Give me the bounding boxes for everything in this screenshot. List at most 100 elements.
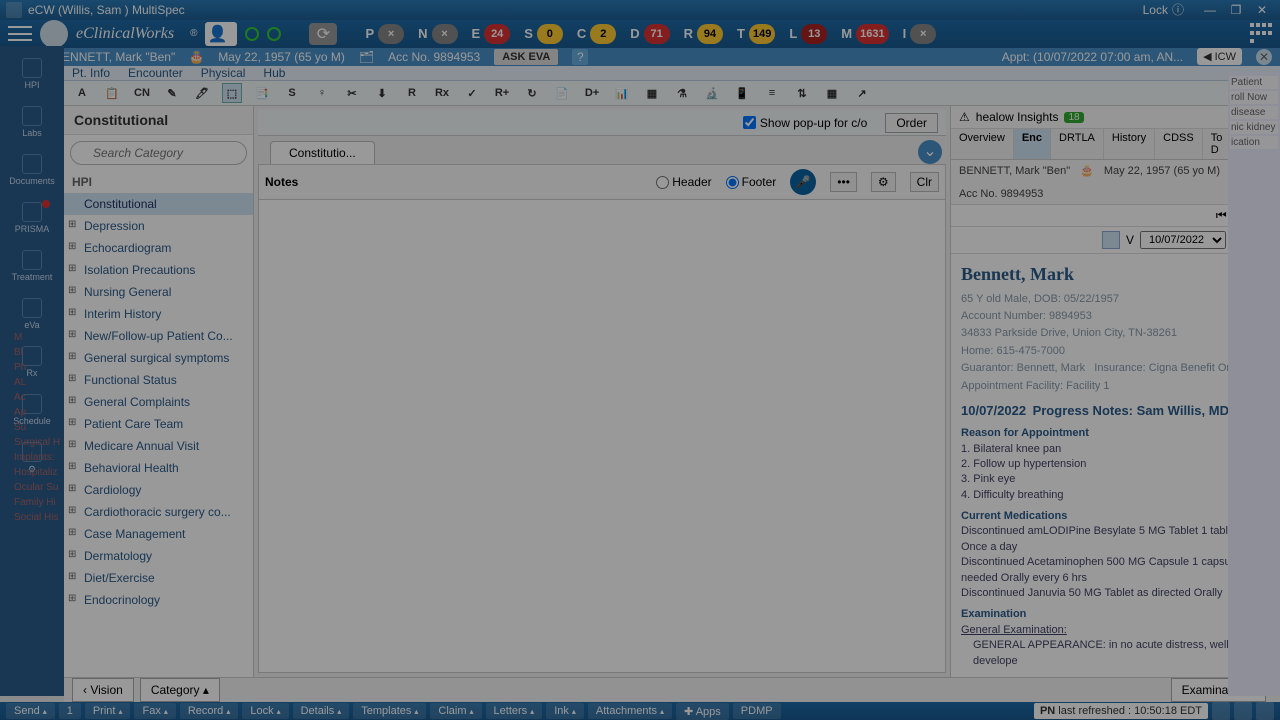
toolbar-icon-7[interactable]: S <box>282 83 302 103</box>
toolbar-icon-8[interactable]: ♀ <box>312 83 332 103</box>
apps-grid-button[interactable] <box>1250 23 1272 45</box>
hpi-item[interactable]: New/Follow-up Patient Co... <box>64 325 253 347</box>
maximize-button[interactable]: ❐ <box>1224 1 1248 19</box>
toolbar-icon-4[interactable]: 🖊 <box>192 83 212 103</box>
more-button[interactable]: ••• <box>830 172 857 192</box>
toolbar-icon-10[interactable]: ⬇ <box>372 83 392 103</box>
toolbar-icon-19[interactable]: ▦ <box>642 83 662 103</box>
menu-toggle[interactable] <box>8 24 32 44</box>
rtab-cdss[interactable]: CDSS <box>1155 129 1203 159</box>
nav-first[interactable]: ⏮ <box>1216 208 1227 223</box>
patient-picker[interactable]: 👤▾ <box>205 22 237 46</box>
footer-icon-2[interactable] <box>1256 702 1274 720</box>
sidebar-hpi[interactable]: HPI <box>4 52 60 96</box>
menu-ptinfo[interactable]: Pt. Info <box>72 66 110 80</box>
toolbar-icon-24[interactable]: ⇅ <box>792 83 812 103</box>
hpi-item[interactable]: Diet/Exercise <box>64 567 253 589</box>
show-popup-checkbox[interactable]: Show pop-up for c/o <box>743 116 867 130</box>
badge-D[interactable]: D <box>630 26 639 41</box>
toolbar-icon-14[interactable]: R+ <box>492 83 512 103</box>
clear-button[interactable]: Clr <box>910 172 939 192</box>
toolbar-icon-3[interactable]: ✎ <box>162 83 182 103</box>
toolbar-icon-22[interactable]: 📱 <box>732 83 752 103</box>
toolbar-icon-13[interactable]: ✓ <box>462 83 482 103</box>
footer-send[interactable]: Send ▴ <box>6 703 55 719</box>
footer-letters[interactable]: Letters ▴ <box>486 703 543 719</box>
menu-hub[interactable]: Hub <box>263 66 285 80</box>
hpi-item[interactable]: Functional Status <box>64 369 253 391</box>
footer-details[interactable]: Details ▴ <box>293 703 350 719</box>
header-radio[interactable]: Header <box>656 175 711 189</box>
footer-record[interactable]: Record ▴ <box>180 703 238 719</box>
toolbar-icon-26[interactable]: ↗ <box>852 83 872 103</box>
tab-constitutional[interactable]: Constitutio... <box>270 141 375 164</box>
hpi-item[interactable]: General Complaints <box>64 391 253 413</box>
category-button[interactable]: Category ▴ <box>140 678 220 702</box>
footer-pdmp[interactable]: PDMP <box>733 703 781 719</box>
date-icon-1[interactable] <box>1102 231 1120 249</box>
hpi-item[interactable]: Interim History <box>64 303 253 325</box>
toolbar-icon-21[interactable]: 🔬 <box>702 83 722 103</box>
prev-section-button[interactable]: ‹ Vision <box>72 678 134 702</box>
footer-attachments[interactable]: Attachments ▴ <box>588 703 672 719</box>
toolbar-icon-6[interactable]: 📑 <box>252 83 272 103</box>
user-avatar[interactable] <box>40 20 68 48</box>
rtab-history[interactable]: History <box>1104 129 1155 159</box>
toolbar-icon-20[interactable]: ⚗ <box>672 83 692 103</box>
footer-apps[interactable]: ✚ Apps <box>676 703 729 720</box>
footer-templates[interactable]: Templates ▴ <box>353 703 426 719</box>
footer-ink[interactable]: Ink ▴ <box>546 703 584 719</box>
order-button[interactable]: Order <box>885 113 938 133</box>
toolbar-icon-12[interactable]: Rx <box>432 83 452 103</box>
badge-N[interactable]: N <box>418 26 427 41</box>
settings-button[interactable]: ⚙ <box>871 172 896 192</box>
toolbar-icon-16[interactable]: 📄 <box>552 83 572 103</box>
badge-S[interactable]: S <box>524 26 533 41</box>
footer-icon-0[interactable] <box>1212 702 1230 720</box>
notes-textarea[interactable] <box>258 199 946 673</box>
menu-physical[interactable]: Physical <box>201 66 246 80</box>
footer-fax[interactable]: Fax ▴ <box>134 703 175 719</box>
date-select[interactable]: 10/07/2022 <box>1140 231 1226 249</box>
footer-claim[interactable]: Claim ▴ <box>430 703 481 719</box>
mic-button[interactable]: 🎤 <box>790 169 816 195</box>
hpi-item[interactable]: Isolation Precautions <box>64 259 253 281</box>
hpi-item[interactable]: Patient Care Team <box>64 413 253 435</box>
toolbar-icon-11[interactable]: R <box>402 83 422 103</box>
minimize-button[interactable]: — <box>1198 1 1222 19</box>
footer-radio[interactable]: Footer <box>726 175 777 189</box>
toolbar-icon-17[interactable]: D+ <box>582 83 602 103</box>
toolbar-icon-1[interactable]: 📋 <box>102 83 122 103</box>
close-patient-button[interactable]: ✕ <box>1256 49 1272 65</box>
rtab-enc[interactable]: Enc <box>1014 129 1051 159</box>
hpi-item[interactable]: Behavioral Health <box>64 457 253 479</box>
footer-icon-1[interactable] <box>1234 702 1252 720</box>
badge-I[interactable]: I <box>903 26 907 41</box>
hpi-item[interactable]: Endocrinology <box>64 589 253 611</box>
footer-lock[interactable]: Lock ▴ <box>242 703 288 719</box>
help-button[interactable]: ? <box>572 49 588 65</box>
toolbar-icon-5[interactable]: ⬚ <box>222 83 242 103</box>
badge-C[interactable]: C <box>577 26 586 41</box>
search-category-input[interactable] <box>70 141 247 165</box>
toolbar-icon-18[interactable]: 📊 <box>612 83 632 103</box>
rtab-drtla[interactable]: DRTLA <box>1051 129 1104 159</box>
toolbar-icon-23[interactable]: ≡ <box>762 83 782 103</box>
hpi-item[interactable]: Echocardiogram <box>64 237 253 259</box>
refresh-button[interactable]: ⟳ <box>309 23 337 45</box>
menu-encounter[interactable]: Encounter <box>128 66 183 80</box>
hpi-item[interactable]: Constitutional <box>64 193 253 215</box>
hpi-item[interactable]: Medicare Annual Visit <box>64 435 253 457</box>
tab-dropdown[interactable]: ⌄ <box>918 140 942 164</box>
footer-print[interactable]: Print ▴ <box>85 703 131 719</box>
hpi-item[interactable]: Nursing General <box>64 281 253 303</box>
toolbar-icon-25[interactable]: ▦ <box>822 83 842 103</box>
toolbar-icon-15[interactable]: ↻ <box>522 83 542 103</box>
hpi-item[interactable]: Cardiology <box>64 479 253 501</box>
rtab-overview[interactable]: Overview <box>951 129 1014 159</box>
icw-chip[interactable]: ◀ ICW <box>1197 48 1242 65</box>
healow-label[interactable]: healow Insights <box>976 110 1059 124</box>
toolbar-icon-2[interactable]: CN <box>132 83 152 103</box>
toolbar-icon-9[interactable]: ✂ <box>342 83 362 103</box>
lock-button[interactable]: Lockⓘ <box>1143 1 1184 18</box>
